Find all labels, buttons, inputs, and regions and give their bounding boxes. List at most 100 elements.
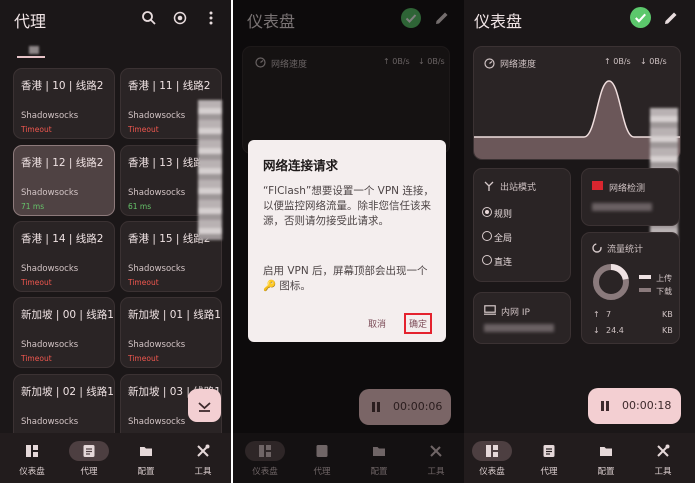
- tools-icon: [197, 444, 210, 457]
- collapse-down-icon: [198, 402, 211, 412]
- dialog-note: 启用 VPN 后，屏幕顶部会出现一个 🔑 图标。: [263, 265, 428, 292]
- nav-label: 工具: [194, 467, 212, 477]
- proxy-type: Shadowsocks: [21, 188, 79, 198]
- pause-icon: [372, 402, 380, 412]
- nav-tools[interactable]: 工具: [175, 441, 231, 477]
- proxy-card[interactable]: 香港 | 10 | 线路2 Shadowsocks Timeout: [13, 68, 115, 139]
- network-check-title: 网络检测: [609, 184, 646, 194]
- search-icon[interactable]: [141, 10, 157, 26]
- timer-text: 00:00:18: [622, 399, 672, 412]
- app-bar: 代理: [0, 0, 231, 36]
- nav-dashboard[interactable]: 仪表盘: [237, 441, 293, 477]
- mode-rule[interactable]: 规则: [482, 207, 513, 220]
- proxy-name: 香港 | 10 | 线路2: [21, 80, 104, 92]
- traffic-icon: [592, 243, 602, 253]
- proxy-type: Shadowsocks: [128, 340, 186, 350]
- dialog-message: “FlClash”想要设置一个 VPN 连接，以便监控网络流量。除非您信任该来源…: [263, 185, 434, 227]
- locate-icon[interactable]: [172, 10, 188, 26]
- legend-swatch: [639, 287, 651, 292]
- proxy-delay: Timeout: [21, 354, 52, 363]
- cancel-button[interactable]: 取消: [368, 317, 386, 330]
- scroll-to-bottom-button[interactable]: [188, 389, 221, 422]
- timer-text: 00:00:06: [393, 400, 443, 413]
- dashboard-icon: [486, 445, 498, 457]
- bottom-nav: 仪表盘 代理 配置 工具: [233, 433, 464, 483]
- download-unit: KB: [662, 326, 673, 335]
- ok-button[interactable]: 确定: [404, 313, 433, 334]
- radio-selected: [482, 207, 492, 217]
- nav-tools[interactable]: 工具: [408, 441, 464, 477]
- proxy-type: Shadowsocks: [21, 340, 79, 350]
- nav-label: 工具: [427, 467, 445, 477]
- nav-config[interactable]: 配置: [118, 441, 174, 477]
- traffic-donut: [593, 264, 629, 300]
- vpn-timer-button[interactable]: 00:00:06: [359, 389, 451, 425]
- nav-proxy[interactable]: 代理: [521, 441, 577, 477]
- group-tab[interactable]: [17, 42, 45, 58]
- proxy-card-selected[interactable]: 香港 | 12 | 线路2 Shadowsocks 71 ms: [13, 145, 115, 216]
- article-icon: [543, 445, 555, 457]
- vpn-timer-button[interactable]: 00:00:18: [588, 388, 681, 424]
- upload-speed: ↑ 0B/s: [604, 57, 631, 66]
- network-check-card[interactable]: 网络检测: [581, 168, 680, 226]
- proxy-delay: Timeout: [128, 354, 159, 363]
- proxy-card[interactable]: 新加坡 | 01 | 线路1 Shadowsocks Timeout: [120, 297, 222, 368]
- connected-check-icon[interactable]: [630, 7, 651, 28]
- speed-icon: [484, 58, 495, 69]
- proxy-name: 香港 | 11 | 线路2: [128, 80, 211, 92]
- mode-label: 规则: [494, 210, 513, 220]
- edit-icon[interactable]: [663, 10, 679, 26]
- outbound-mode-card: 出站模式 规则 全局 直连: [473, 168, 571, 282]
- nav-config[interactable]: 配置: [351, 441, 407, 477]
- more-vert-icon[interactable]: [203, 10, 219, 26]
- blurred-ip: [484, 324, 554, 332]
- nav-tools[interactable]: 工具: [635, 441, 691, 477]
- nav-proxy[interactable]: 代理: [61, 441, 117, 477]
- nav-config[interactable]: 配置: [578, 441, 634, 477]
- proxy-card[interactable]: 香港 | 14 | 线路2 Shadowsocks Timeout: [13, 221, 115, 292]
- blurred-region: [198, 100, 222, 240]
- proxy-name: 香港 | 12 | 线路2: [21, 157, 104, 169]
- radio: [482, 255, 492, 265]
- legend-download: 下载: [639, 279, 672, 298]
- outbound-title: 出站模式: [500, 183, 537, 193]
- mode-label: 直连: [494, 258, 513, 268]
- proxy-delay: Timeout: [128, 125, 159, 134]
- folder-icon: [600, 447, 612, 456]
- nav-label: 代理: [313, 467, 331, 477]
- blurred-group-name: [29, 46, 39, 54]
- bottom-nav: 仪表盘 代理 配置 工具: [464, 433, 695, 483]
- mode-direct[interactable]: 直连: [482, 255, 513, 268]
- pause-icon: [601, 401, 609, 411]
- computer-icon: [484, 305, 496, 315]
- intranet-ip-title: 内网 IP: [501, 308, 530, 318]
- download-arrow-icon: ↓: [593, 326, 600, 335]
- article-icon: [316, 445, 328, 457]
- upload-unit: KB: [662, 310, 673, 319]
- dashboard-dialog-screen: 仪表盘 网络速度 ↑ 0B/s ↓ 0B/s 网络连接请求 “FlClash”想…: [233, 0, 464, 483]
- nav-label: 配置: [370, 467, 388, 477]
- proxy-delay: Timeout: [21, 125, 52, 134]
- proxy-name: 新加坡 | 00 | 线路1: [21, 309, 114, 321]
- mode-label: 全局: [494, 234, 513, 244]
- tools-icon: [657, 444, 670, 457]
- legend-swatch: [639, 274, 651, 279]
- proxy-card[interactable]: 新加坡 | 00 | 线路1 Shadowsocks Timeout: [13, 297, 115, 368]
- nav-dashboard[interactable]: 仪表盘: [4, 441, 60, 477]
- blurred-location: [592, 203, 652, 211]
- proxy-type: Shadowsocks: [128, 111, 186, 121]
- route-icon: [484, 181, 494, 191]
- proxy-type: Shadowsocks: [128, 188, 186, 198]
- page-title: 代理: [14, 12, 47, 31]
- tools-icon: [430, 445, 442, 457]
- nav-dashboard[interactable]: 仪表盘: [464, 441, 520, 477]
- upload-value: 7: [606, 310, 612, 319]
- radio: [482, 231, 492, 241]
- download-speed: ↓ 0B/s: [640, 57, 667, 66]
- traffic-stats-card: 流量统计 上传 下载 ↑ 7 KB ↓ 24.4 KB: [581, 232, 680, 344]
- mode-global[interactable]: 全局: [482, 231, 513, 244]
- nav-proxy[interactable]: 代理: [294, 441, 350, 477]
- folder-icon: [373, 447, 385, 456]
- dialog-title: 网络连接请求: [263, 158, 339, 173]
- proxy-type: Shadowsocks: [128, 264, 186, 274]
